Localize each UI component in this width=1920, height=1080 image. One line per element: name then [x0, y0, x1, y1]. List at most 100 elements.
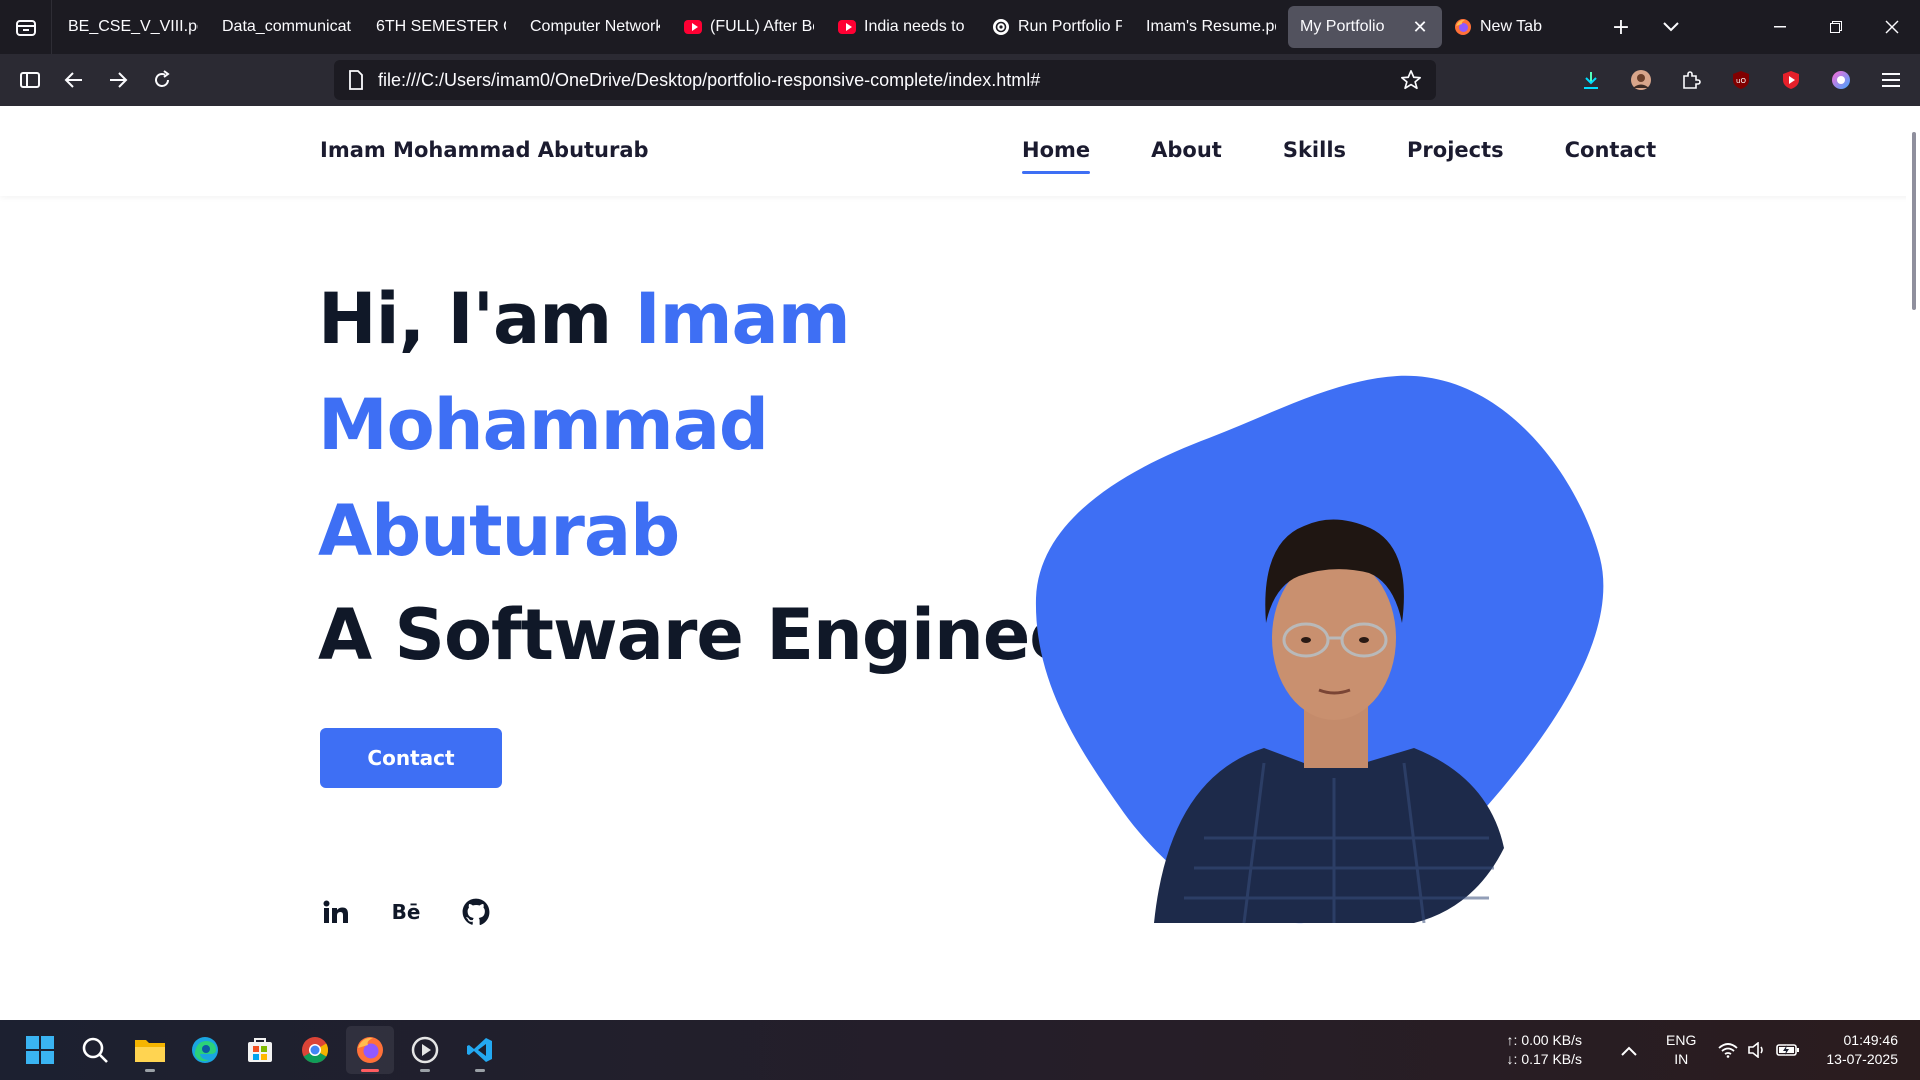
- new-tab-button[interactable]: +: [1596, 0, 1646, 54]
- web-page: Imam Mohammad Abuturab Home About Skills…: [0, 106, 1920, 1020]
- tab-run-portfolio[interactable]: Run Portfolio P: [980, 6, 1134, 48]
- microsoft-store-icon[interactable]: [236, 1026, 284, 1074]
- tab-data-communication[interactable]: Data_communication: [210, 6, 364, 48]
- tab-youtube-after-bet[interactable]: (FULL) After Bet: [672, 6, 826, 48]
- region-code: IN: [1674, 1051, 1689, 1067]
- hero-title: Hi, I'am Imam Mohammad Abuturab: [318, 266, 1078, 584]
- chatgpt-icon: [992, 18, 1010, 36]
- minimize-button[interactable]: [1752, 0, 1808, 54]
- color-extension-button[interactable]: [1820, 60, 1862, 100]
- scrollbar-thumb[interactable]: [1912, 132, 1916, 310]
- behance-icon[interactable]: Bē: [390, 896, 422, 928]
- youtube-icon: [838, 18, 856, 36]
- tab-youtube-india[interactable]: India needs to I: [826, 6, 980, 48]
- sidebar-toggle-button[interactable]: [8, 60, 52, 100]
- reload-icon: [155, 70, 170, 87]
- tab-title: My Portfolio: [1300, 18, 1385, 35]
- hero-blob: [1035, 375, 1604, 924]
- back-button[interactable]: [52, 60, 96, 100]
- show-hidden-icons-button[interactable]: [1614, 1040, 1644, 1061]
- tab-list: BE_CSE_V_VIII.pdf Data_communication 6TH…: [52, 0, 1596, 54]
- youtube-shield-icon: [1783, 71, 1799, 89]
- site-logo[interactable]: Imam Mohammad Abuturab: [320, 138, 649, 162]
- network-speed: ↑: 0.00 KB/s ↓: 0.17 KB/s: [1507, 1031, 1582, 1069]
- tab-list-icon: [15, 20, 36, 36]
- input-language-button[interactable]: ENG IN: [1666, 1031, 1696, 1069]
- edge-icon[interactable]: [181, 1026, 229, 1074]
- window-controls: [1752, 0, 1920, 54]
- hero-role: A Software Engineer: [318, 594, 1110, 676]
- app-menu-button[interactable]: [1870, 60, 1912, 100]
- forward-button[interactable]: [96, 60, 140, 100]
- chevron-up-icon: [1621, 1046, 1637, 1056]
- search-icon[interactable]: [71, 1026, 119, 1074]
- nav-link-skills[interactable]: Skills: [1283, 138, 1346, 162]
- browser-toolbar: file:///C:/Users/imam0/OneDrive/Desktop/…: [0, 54, 1920, 106]
- chevron-down-icon: [1663, 22, 1679, 32]
- quick-settings-button[interactable]: [1718, 1042, 1800, 1058]
- site-nav: Home About Skills Projects Contact: [1022, 138, 1657, 174]
- tab-title: 6TH SEMESTER QUE: [376, 18, 506, 35]
- downloads-button[interactable]: [1570, 60, 1612, 100]
- avatar: [1631, 70, 1651, 90]
- tab-imams-resume[interactable]: Imam's Resume.pdf: [1134, 6, 1288, 48]
- address-bar[interactable]: file:///C:/Users/imam0/OneDrive/Desktop/…: [334, 60, 1436, 100]
- gradient-circle-icon: [1832, 71, 1850, 89]
- tab-new-tab[interactable]: New Tab: [1442, 6, 1596, 48]
- restore-button[interactable]: [1808, 0, 1864, 54]
- chrome-icon[interactable]: [291, 1026, 339, 1074]
- arrow-right-icon: [110, 72, 128, 88]
- behance-glyph: Bē: [391, 900, 421, 924]
- browser-tab-strip: BE_CSE_V_VIII.pdf Data_communication 6TH…: [0, 0, 1920, 54]
- extensions-button[interactable]: [1670, 60, 1712, 100]
- ublock-icon: uO: [1733, 71, 1749, 89]
- page-scrollbar[interactable]: [1906, 106, 1920, 1020]
- github-icon[interactable]: [460, 896, 492, 928]
- hero-name-line2: Mohammad: [318, 384, 769, 466]
- nav-link-projects[interactable]: Projects: [1407, 138, 1504, 162]
- tab-be-cse-pdf[interactable]: BE_CSE_V_VIII.pdf: [56, 6, 210, 48]
- vscode-icon[interactable]: [456, 1026, 504, 1074]
- tab-my-portfolio[interactable]: My Portfolio ✕: [1288, 6, 1442, 48]
- firefox-icon: [1454, 18, 1472, 36]
- tab-title: New Tab: [1480, 18, 1542, 35]
- url-text[interactable]: file:///C:/Users/imam0/OneDrive/Desktop/…: [378, 70, 1400, 91]
- tab-title: Data_communication: [222, 18, 352, 35]
- youtube-icon: [684, 18, 702, 36]
- tab-computer-network[interactable]: Computer Network: [518, 6, 672, 48]
- tab-title: India needs to I: [864, 18, 968, 35]
- toolbar-extensions: uO: [1570, 60, 1912, 100]
- hamburger-menu-icon: [1882, 73, 1900, 87]
- language-code: ENG: [1666, 1032, 1697, 1048]
- hero-greeting: Hi, I'am: [318, 278, 635, 360]
- reload-button[interactable]: [140, 60, 184, 100]
- download-icon: [1584, 72, 1598, 89]
- windows-start-icon[interactable]: [16, 1026, 64, 1074]
- close-window-button[interactable]: [1864, 0, 1920, 54]
- file-explorer-icon[interactable]: [126, 1026, 174, 1074]
- net-upload: ↑: 0.00 KB/s: [1506, 1032, 1583, 1048]
- bookmark-star-icon[interactable]: [1400, 69, 1422, 91]
- arrow-left-icon: [64, 72, 82, 88]
- tab-6th-semester[interactable]: 6TH SEMESTER QUE: [364, 6, 518, 48]
- clock-time: 01:49:46: [1843, 1032, 1899, 1048]
- nav-link-contact[interactable]: Contact: [1565, 138, 1657, 162]
- ublock-origin-button[interactable]: uO: [1720, 60, 1762, 100]
- tab-title: Imam's Resume.pdf: [1146, 18, 1276, 35]
- close-tab-icon[interactable]: ✕: [1410, 17, 1430, 37]
- nav-link-home[interactable]: Home: [1022, 138, 1091, 174]
- account-avatar-button[interactable]: [1620, 60, 1662, 100]
- contact-button[interactable]: Contact: [320, 728, 502, 788]
- close-icon: [1885, 20, 1899, 34]
- nav-link-about[interactable]: About: [1151, 138, 1222, 162]
- social-links: Bē: [320, 896, 530, 928]
- windows-taskbar: ↑: 0.00 KB/s ↓: 0.17 KB/s ENG IN 01:49:4…: [0, 1020, 1920, 1080]
- tab-overview-button[interactable]: [0, 0, 52, 54]
- list-all-tabs-button[interactable]: [1646, 0, 1696, 54]
- youtube-extension-button[interactable]: [1770, 60, 1812, 100]
- clock[interactable]: 01:49:46 13-07-2025: [1826, 1031, 1898, 1069]
- firefox-icon[interactable]: [346, 1026, 394, 1074]
- media-player-icon[interactable]: [401, 1026, 449, 1074]
- linkedin-icon[interactable]: [320, 896, 352, 928]
- clock-date: 13-07-2025: [1826, 1051, 1898, 1067]
